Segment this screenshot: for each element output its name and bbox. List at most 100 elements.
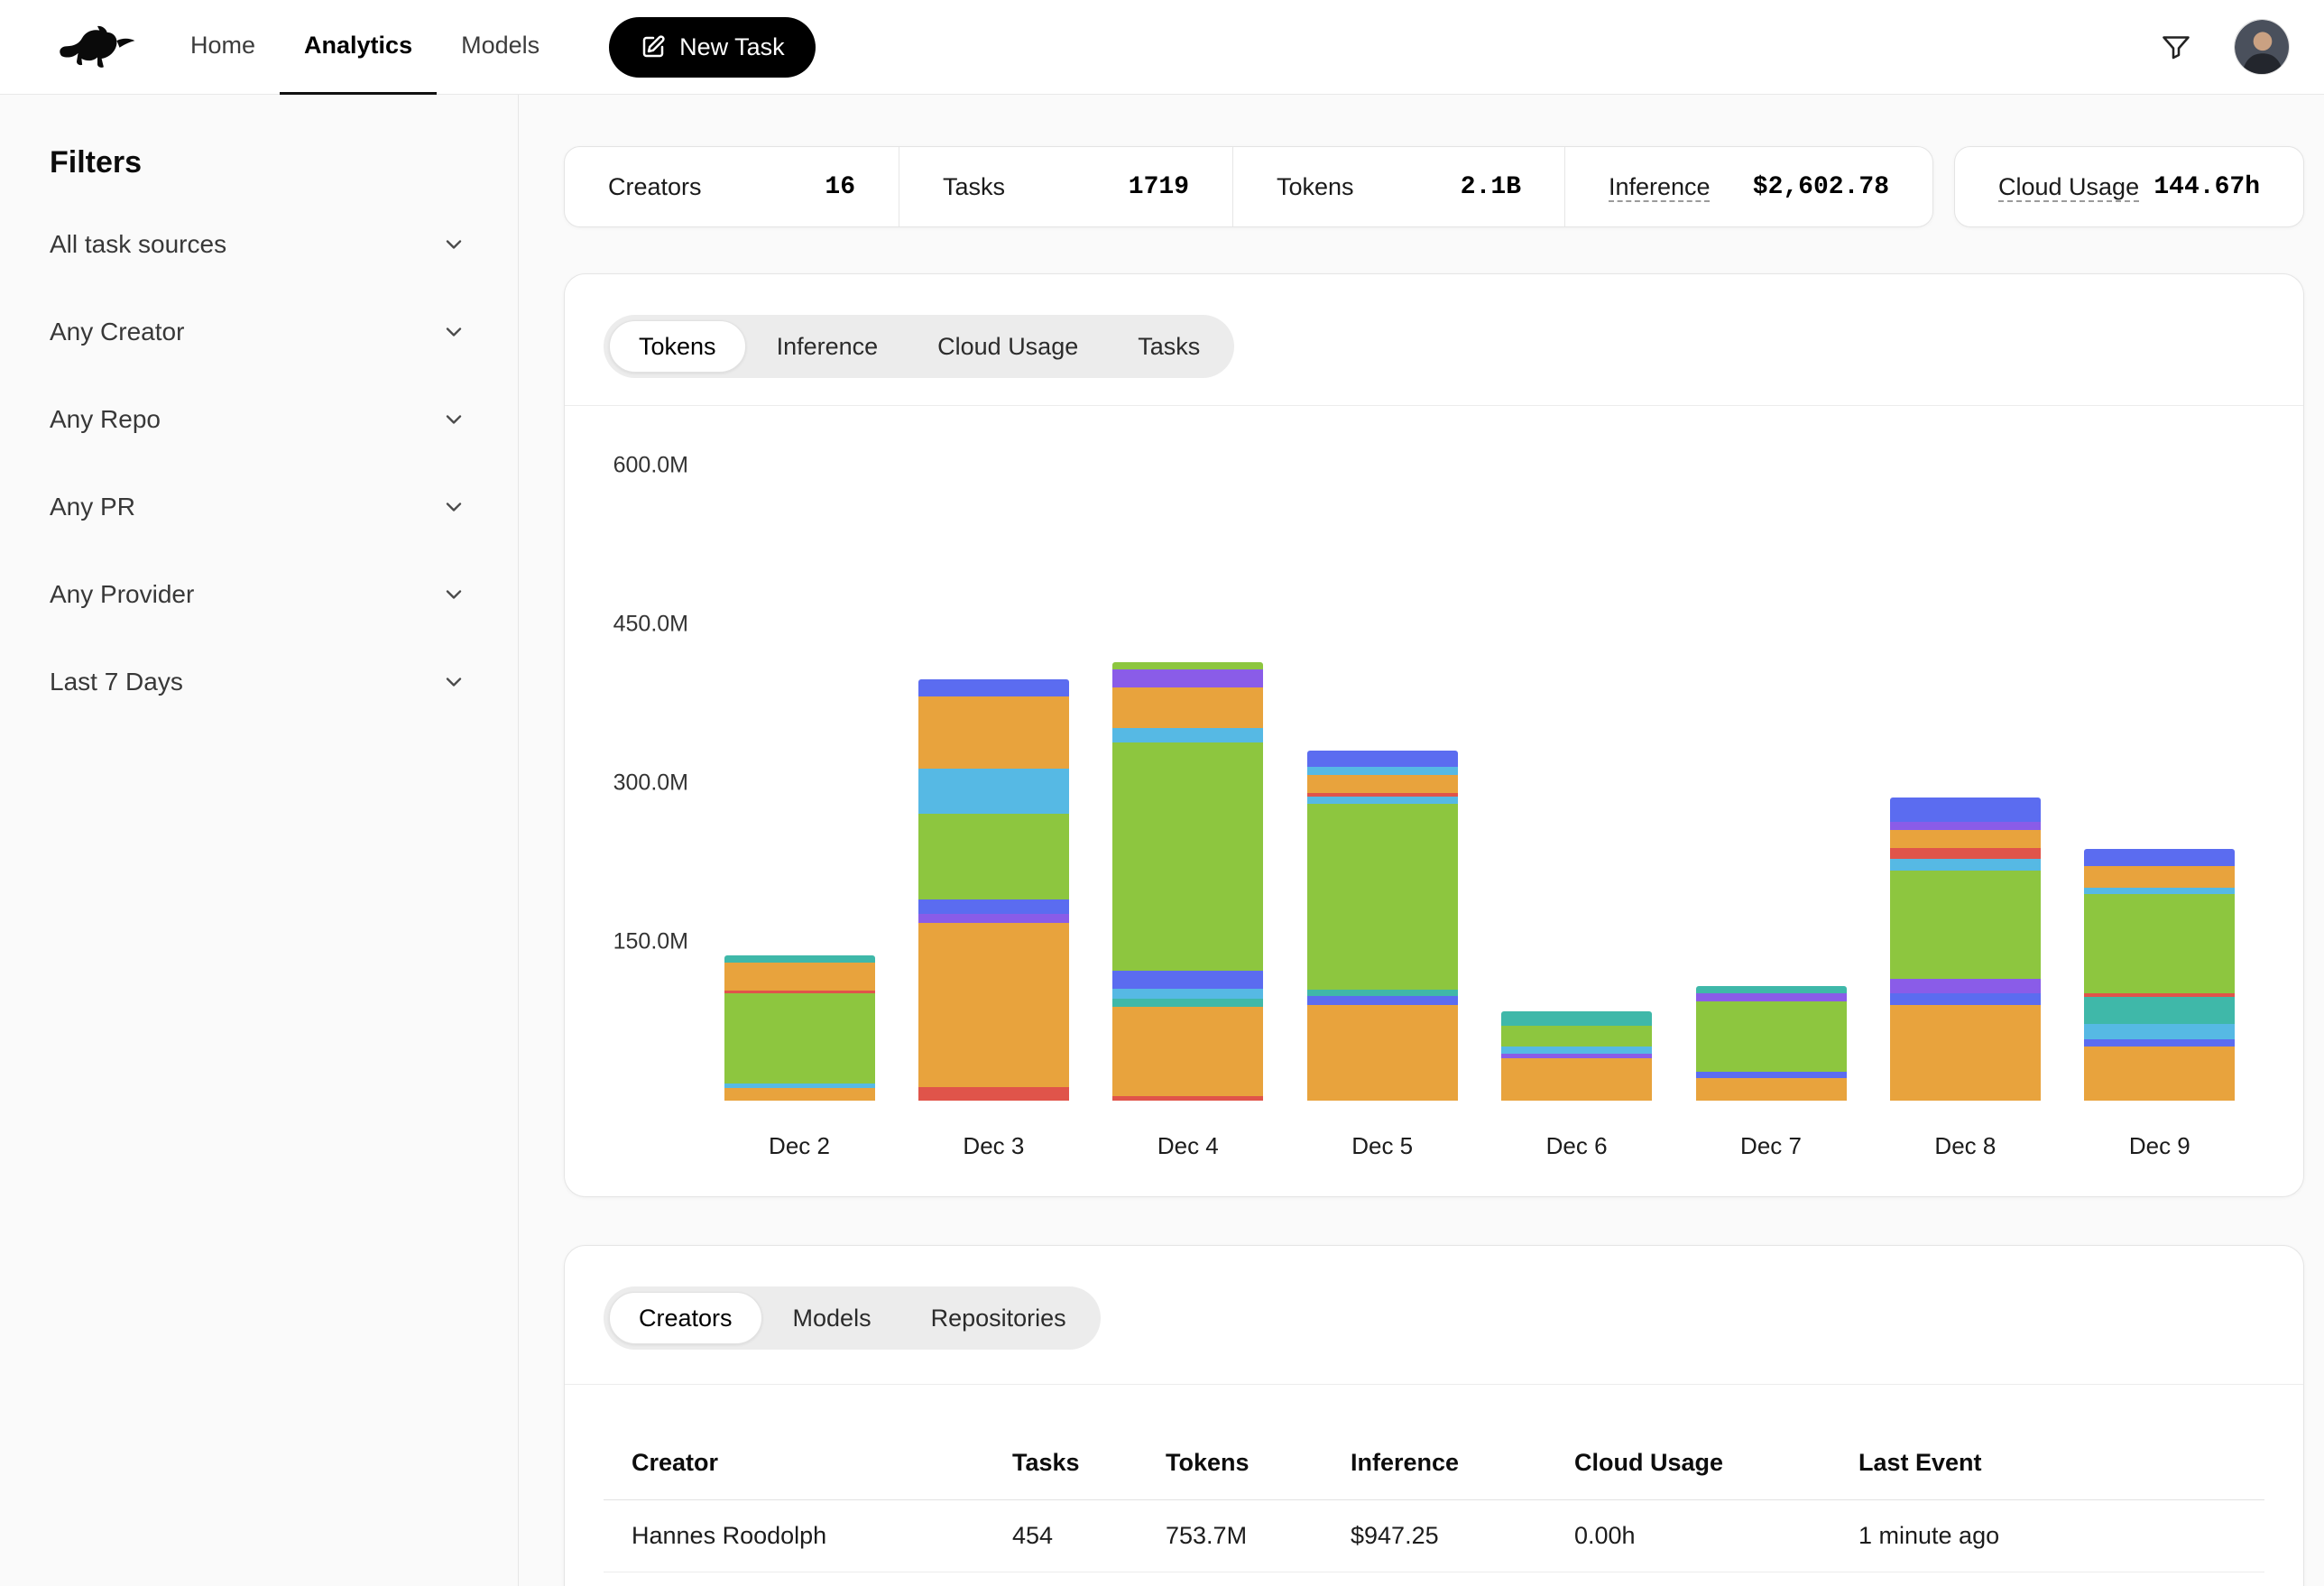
new-task-button[interactable]: New Task <box>609 17 816 78</box>
filter-any-repo[interactable]: Any Repo <box>50 375 466 463</box>
bar-segment-red <box>918 1087 1069 1101</box>
bar-segment-orange <box>1501 1058 1652 1101</box>
bar-segment-red <box>1112 1096 1263 1101</box>
cell-last-event: 1 minute ago <box>1858 1522 2264 1550</box>
bar-segment-orange <box>918 923 1069 1087</box>
y-axis-label: 450.0M <box>565 612 688 638</box>
filter-label: Any PR <box>50 493 135 521</box>
bar-segment-orange <box>724 963 875 991</box>
table-tab-repositories[interactable]: Repositories <box>902 1292 1095 1344</box>
filter-label: All task sources <box>50 230 226 259</box>
column-header-creator: Creator <box>604 1449 1012 1477</box>
bar-dec-6[interactable] <box>1501 1011 1652 1101</box>
bar-segment-green <box>1112 742 1263 970</box>
bar-segment-skyblue <box>1112 728 1263 742</box>
x-axis-label: Dec 2 <box>769 1132 830 1160</box>
column-label-tasks: Tasks <box>1012 1449 1080 1476</box>
bar-segment-skyblue <box>2084 1024 2235 1038</box>
filter-last-7-days[interactable]: Last 7 Days <box>50 638 466 725</box>
bar-segment-orange <box>1890 830 2041 848</box>
bar-segment-teal <box>2084 997 2235 1025</box>
bar-segment-orange <box>2084 1047 2235 1101</box>
chart-tab-tokens[interactable]: Tokens <box>609 320 746 373</box>
divider <box>565 1384 2303 1385</box>
bar-dec-2[interactable] <box>724 955 875 1101</box>
bar-dec-7[interactable] <box>1696 986 1847 1101</box>
stat-value-inference: $2,602.78 <box>1753 173 1889 201</box>
bar-dec-3[interactable] <box>918 679 1069 1101</box>
filters-title: Filters <box>50 145 466 180</box>
breakdown-table-card: CreatorsModelsRepositories CreatorTasks T… <box>564 1245 2304 1586</box>
stat-tasks: Tasks1719 <box>899 147 1232 226</box>
filters-sidebar: Filters All task sources Any CreatorAny R… <box>0 95 519 1586</box>
chart-tab-inference[interactable]: Inference <box>748 320 908 373</box>
column-header-tokens: Tokens <box>1166 1449 1351 1477</box>
user-avatar[interactable] <box>2234 19 2290 75</box>
top-navigation-bar: HomeAnalyticsModels New Task <box>0 0 2324 95</box>
bar-segment-blue <box>2084 1039 2235 1047</box>
filter-any-pr[interactable]: Any PR <box>50 463 466 550</box>
tokens-stacked-bar-chart: 600.0M450.0M300.0M150.0MDec 2Dec 3Dec 4D… <box>565 406 2303 1196</box>
bar-dec-5[interactable] <box>1307 751 1458 1101</box>
chart-tab-cloud-usage[interactable]: Cloud Usage <box>908 320 1107 373</box>
new-task-label: New Task <box>679 33 785 61</box>
bar-segment-green <box>1696 1001 1847 1073</box>
bar-segment-teal <box>1112 999 1263 1006</box>
bar-segment-skyblue <box>1501 1047 1652 1054</box>
x-axis-label: Dec 4 <box>1157 1132 1219 1160</box>
column-label-last-event: Last Event <box>1858 1449 1982 1476</box>
stat-cloud-usage: Cloud Usage 144.67h <box>1955 147 2303 226</box>
stat-label-tasks: Tasks <box>943 173 1005 201</box>
bar-segment-blue <box>1890 993 2041 1005</box>
bar-segment-skyblue <box>1307 767 1458 774</box>
nav-item-home[interactable]: Home <box>166 0 280 95</box>
bar-segment-green <box>1112 662 1263 669</box>
bar-segment-orange <box>1112 687 1263 728</box>
bar-segment-green <box>724 993 875 1083</box>
table-row-rooviewer[interactable]: Rooviewer440544.3M$376.2875.23h3 minutes… <box>604 1572 2264 1586</box>
stats-row: Creators16Tasks1719Tokens2.1BInference$2… <box>564 146 2304 227</box>
column-header-last-event: Last Event <box>1858 1449 2264 1477</box>
kangaroo-logo[interactable] <box>56 19 139 75</box>
cell-creator: Hannes Roodolph <box>604 1522 1012 1550</box>
bar-segment-orange <box>918 696 1069 769</box>
stat-value-cloud-usage: 144.67h <box>2153 173 2260 201</box>
column-label-cloud-usage[interactable]: Cloud Usage <box>1574 1449 1723 1476</box>
table-row-hannes-roodolph[interactable]: Hannes Roodolph454753.7M$947.250.00h1 mi… <box>604 1500 2264 1572</box>
filter-all-task-sources[interactable]: All task sources <box>50 200 466 288</box>
stat-value-tokens: 2.1B <box>1461 173 1521 201</box>
compose-icon <box>640 33 667 60</box>
bar-segment-skyblue <box>2084 888 2235 894</box>
x-axis-label: Dec 8 <box>1934 1132 1996 1160</box>
filter-any-provider[interactable]: Any Provider <box>50 550 466 638</box>
bar-segment-orange <box>1696 1078 1847 1101</box>
stat-creators: Creators16 <box>565 147 899 226</box>
chart-tab-tasks[interactable]: Tasks <box>1109 320 1229 373</box>
bar-segment-blue <box>1112 971 1263 989</box>
filter-funnel-button[interactable] <box>2153 23 2200 70</box>
stat-inference: Inference $2,602.78 <box>1564 147 1932 226</box>
filter-any-creator[interactable]: Any Creator <box>50 288 466 375</box>
table-tab-models[interactable]: Models <box>764 1292 900 1344</box>
bar-segment-blue <box>1307 996 1458 1006</box>
bar-segment-orange <box>1890 1005 2041 1101</box>
bar-dec-8[interactable] <box>1890 798 2041 1101</box>
stats-card-cloud-usage: Cloud Usage 144.67h <box>1954 146 2304 227</box>
filter-label: Last 7 Days <box>50 668 183 696</box>
column-header-inference[interactable]: Inference <box>1351 1449 1574 1477</box>
stat-label-cloud-usage[interactable]: Cloud Usage <box>1998 173 2139 201</box>
stat-label-inference[interactable]: Inference <box>1609 173 1711 201</box>
bar-segment-green <box>1501 1026 1652 1047</box>
column-label-inference[interactable]: Inference <box>1351 1449 1459 1476</box>
bar-dec-4[interactable] <box>1112 662 1263 1101</box>
bar-segment-skyblue <box>1112 989 1263 1000</box>
column-header-cloud-usage[interactable]: Cloud Usage <box>1574 1449 1858 1477</box>
bar-dec-9[interactable] <box>2084 849 2235 1101</box>
bar-segment-teal <box>1696 986 1847 993</box>
nav-item-models[interactable]: Models <box>437 0 564 95</box>
x-axis-label: Dec 3 <box>963 1132 1024 1160</box>
nav-item-analytics[interactable]: Analytics <box>280 0 437 95</box>
bar-segment-blue <box>1696 1072 1847 1078</box>
table-tab-creators[interactable]: Creators <box>609 1292 762 1344</box>
table-tab-group: CreatorsModelsRepositories <box>604 1286 1101 1350</box>
